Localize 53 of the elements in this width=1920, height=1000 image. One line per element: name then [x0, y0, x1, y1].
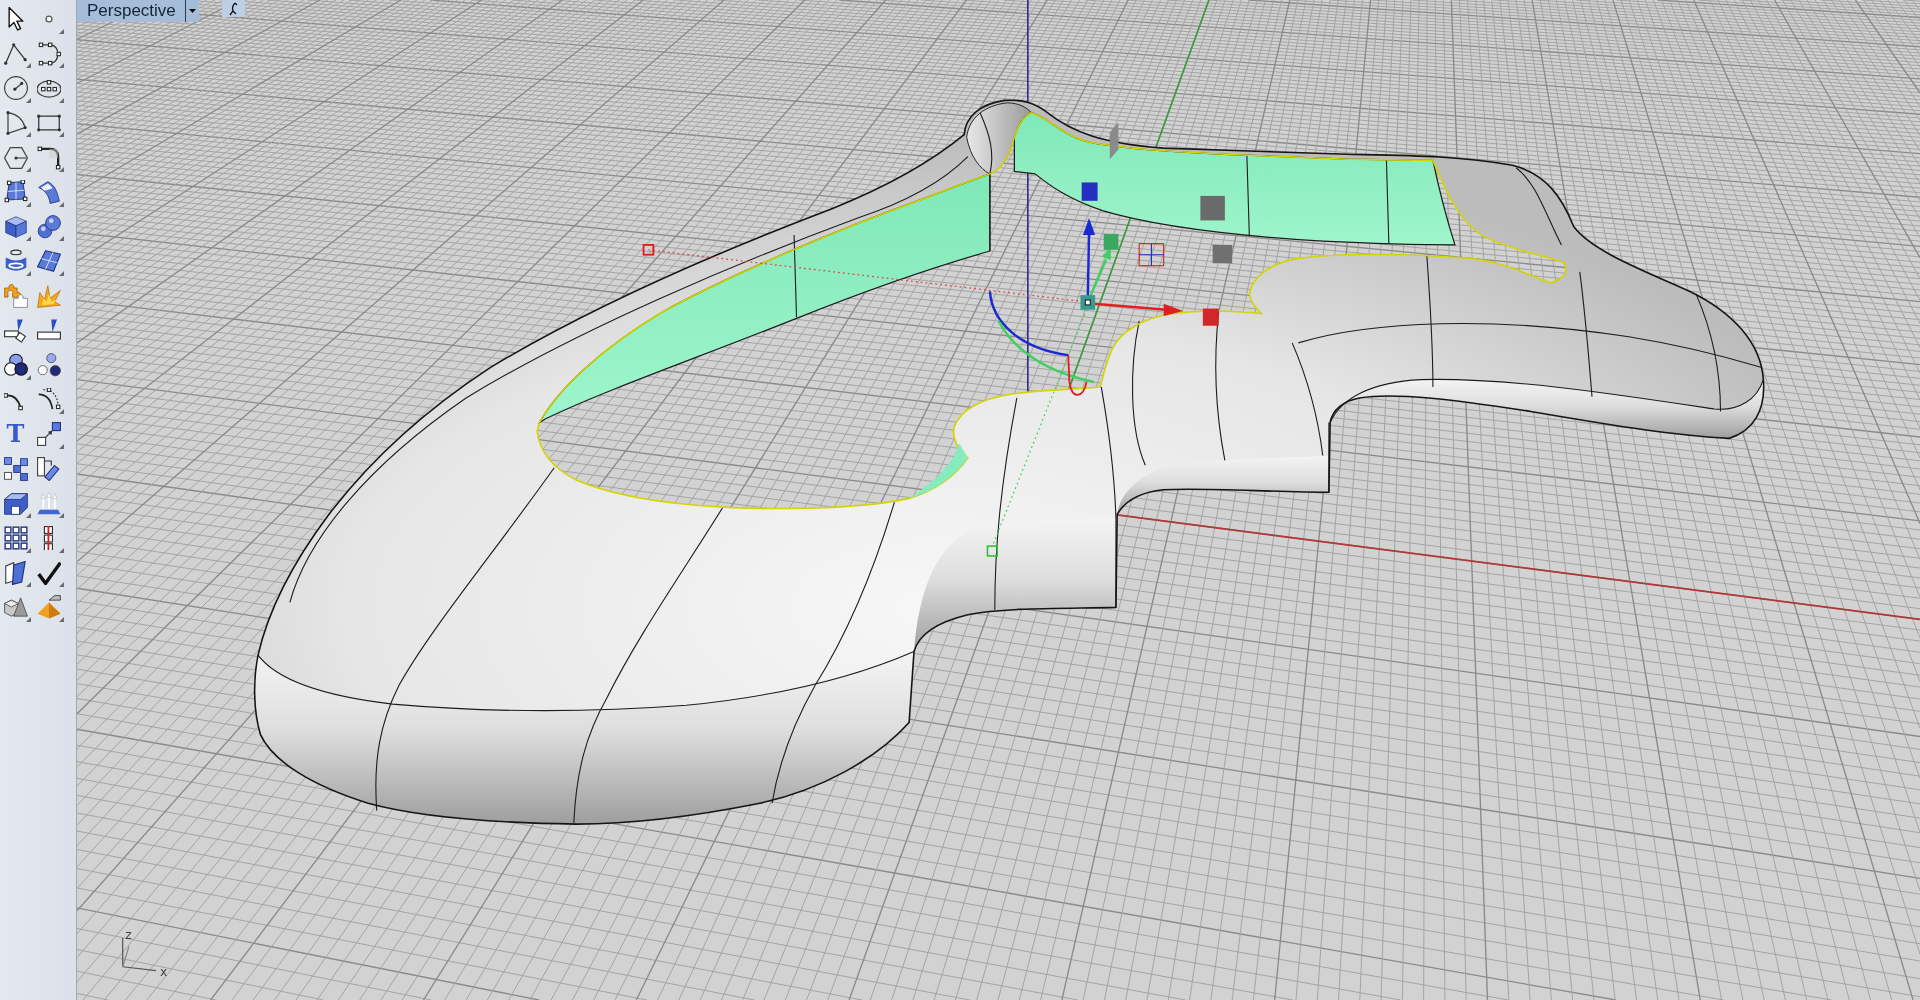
square-handle[interactable] — [1212, 244, 1233, 264]
separate-spheres-icon — [36, 353, 61, 378]
rotation-arc[interactable] — [1067, 354, 1088, 396]
spheres-icon — [36, 214, 61, 239]
polygon-icon — [3, 145, 28, 170]
axis-label: x — [160, 964, 168, 979]
cube-icon — [3, 214, 28, 239]
axis-label: z — [125, 928, 132, 943]
wedge-bar-icon — [36, 318, 61, 343]
offset-curve-icon — [36, 387, 61, 412]
display-mode-button[interactable] — [221, 0, 245, 17]
plane-handle[interactable] — [1109, 122, 1119, 160]
scale-icon — [36, 422, 61, 447]
fillet-curve-icon — [36, 145, 61, 170]
cylinder-icon — [3, 249, 28, 274]
diagonal-arrow-handle[interactable] — [1089, 247, 1112, 297]
plane-grid-handle[interactable] — [1138, 243, 1165, 267]
check-icon — [36, 560, 61, 585]
perspective-viewport[interactable]: Perspective z x — [77, 0, 1920, 1000]
orient-icon — [36, 457, 61, 481]
point-marker[interactable] — [642, 244, 655, 256]
inner-wall-face — [909, 443, 968, 499]
point-marker[interactable] — [986, 545, 999, 557]
shapes-icon — [3, 595, 28, 620]
surface-points-icon — [3, 180, 28, 205]
toolbar-button[interactable]: T — [1, 418, 34, 453]
puzzle-pieces-icon — [3, 284, 28, 309]
rotation-arc[interactable] — [988, 291, 1069, 357]
rotation-arc[interactable] — [997, 320, 1095, 384]
caret-down-icon — [188, 9, 196, 13]
wedge-cut-icon — [3, 318, 28, 343]
boolean-spheres-icon — [3, 353, 28, 378]
point-icon — [44, 15, 53, 24]
figure-icon — [228, 1, 239, 16]
polyline-icon — [3, 41, 28, 66]
pyramid-icon — [36, 595, 61, 620]
panels-icon — [3, 560, 28, 585]
square-handle[interactable] — [1200, 195, 1225, 221]
vertical-arrow-handle[interactable] — [1082, 217, 1096, 298]
gizmo-center-handle[interactable] — [1080, 295, 1096, 310]
horizontal-arrow-handle[interactable] — [1093, 302, 1184, 316]
curved-surface-icon — [36, 180, 61, 205]
control-point-curve-icon — [36, 41, 61, 66]
burst-icon — [36, 284, 61, 309]
solid-edit-icon — [3, 491, 28, 516]
arc-icon — [3, 111, 28, 136]
squares-group-icon — [3, 457, 28, 481]
extrude-arrows-icon — [36, 491, 61, 516]
grid-array-icon — [3, 526, 28, 551]
mesh-icon — [36, 249, 61, 274]
square-handle[interactable] — [1103, 233, 1119, 250]
viewport-title-tab[interactable]: Perspective — [77, 0, 185, 22]
axis-triad — [122, 937, 157, 972]
